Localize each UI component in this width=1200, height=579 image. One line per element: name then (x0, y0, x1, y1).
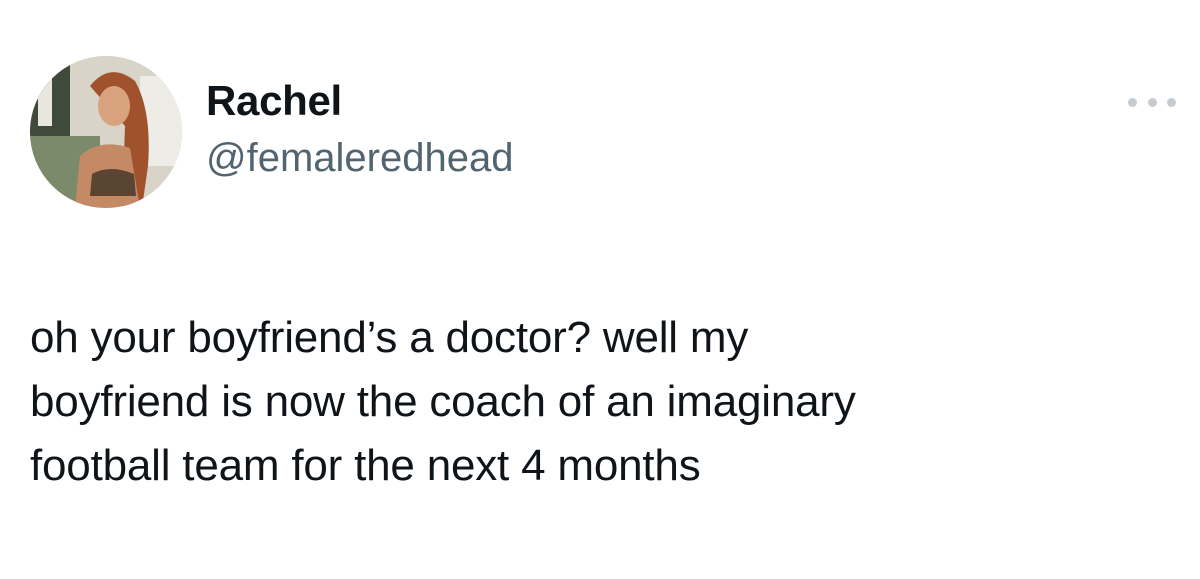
dot (1128, 97, 1137, 107)
avatar[interactable] (30, 56, 182, 208)
tweet-text: oh your boyfriend’s a doctor? well my bo… (30, 313, 856, 490)
tweet-card: Rachel @femaleredhead oh your boyfriend’… (0, 0, 1200, 579)
display-name[interactable]: Rachel (206, 76, 513, 126)
dot (1147, 97, 1157, 107)
more-options-icon[interactable] (1128, 92, 1176, 112)
author-names: Rachel @femaleredhead (206, 76, 513, 186)
profile-photo-icon (30, 56, 182, 208)
dot (1167, 97, 1176, 107)
tweet-header: Rachel @femaleredhead (30, 56, 1190, 208)
user-handle[interactable]: @femaleredhead (206, 130, 513, 186)
